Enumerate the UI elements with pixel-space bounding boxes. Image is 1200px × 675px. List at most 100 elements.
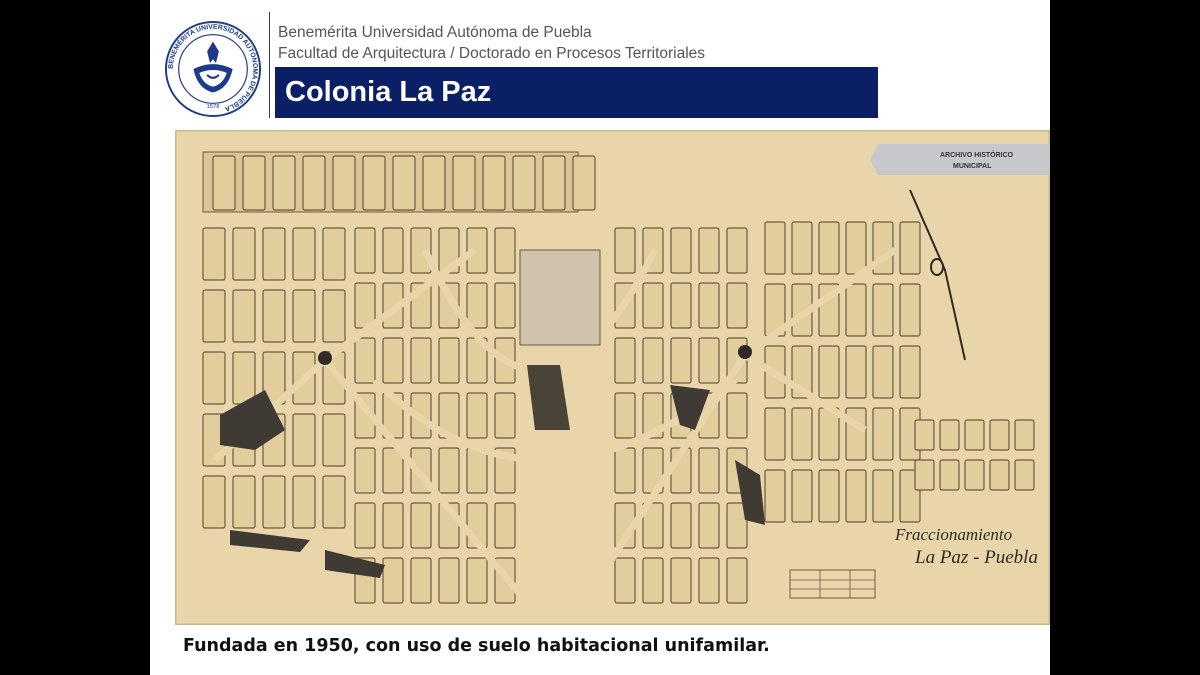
map-block [818, 469, 840, 523]
map-block [410, 502, 432, 549]
map-block [614, 337, 636, 384]
map-block [764, 221, 786, 275]
slide: BENEMÉRITA UNIVERSIDAD AUTÓNOMA DE PUEBL… [150, 0, 1050, 675]
map-block [872, 407, 894, 461]
map-block [392, 155, 416, 211]
map-block [212, 155, 236, 211]
map-block [382, 502, 404, 549]
map-block [1014, 459, 1035, 491]
map-block [542, 155, 566, 211]
map-block [302, 155, 326, 211]
map-block [670, 337, 692, 384]
map-block [642, 282, 664, 329]
map-block [332, 155, 356, 211]
map-block [670, 502, 692, 549]
map-block [939, 459, 960, 491]
map-block [914, 419, 935, 451]
map-block [438, 337, 460, 384]
map-block [698, 557, 720, 604]
university-name: Benemérita Universidad Autónoma de Puebl… [278, 24, 592, 41]
map-block [232, 289, 256, 343]
map-block [845, 407, 867, 461]
map-block [914, 459, 935, 491]
map-block [614, 227, 636, 274]
map-block [272, 155, 296, 211]
header-divider [269, 12, 270, 118]
map-block [939, 419, 960, 451]
map-block [494, 227, 516, 274]
map-block [845, 469, 867, 523]
map-block [232, 227, 256, 281]
map-block [791, 221, 813, 275]
map-block [466, 392, 488, 439]
faculty-name: Facultad de Arquitectura / Doctorado en … [278, 45, 706, 62]
map-block [791, 407, 813, 461]
map-block [410, 337, 432, 384]
slide-caption: Fundada en 1950, con uso de suelo habita… [183, 636, 770, 656]
map-block [726, 227, 748, 274]
map-block [872, 345, 894, 399]
map-block [202, 475, 226, 529]
map-block [202, 227, 226, 281]
map-block [322, 227, 346, 281]
archive-label-tab [870, 144, 1050, 175]
map-block [466, 282, 488, 329]
map-block [845, 283, 867, 337]
archive-label-line2: MUNICIPAL [953, 163, 992, 170]
map-block [322, 289, 346, 343]
map-block [422, 155, 446, 211]
map-block [438, 557, 460, 604]
map-block [452, 155, 476, 211]
map-block [466, 557, 488, 604]
map-block [354, 502, 376, 549]
map-block [292, 413, 316, 467]
map-block [482, 155, 506, 211]
map-block [642, 337, 664, 384]
map-block [670, 557, 692, 604]
map-block [572, 155, 596, 211]
map-block [726, 557, 748, 604]
map-block [1014, 419, 1035, 451]
map-block [614, 557, 636, 604]
map-block [410, 557, 432, 604]
map-block [362, 155, 386, 211]
historical-plan-map: Fraccionamiento La Paz - Puebla ARCHIVO … [175, 130, 1050, 625]
map-block [614, 447, 636, 494]
map-block [614, 392, 636, 439]
map-block [791, 469, 813, 523]
map-block [642, 557, 664, 604]
map-block [670, 282, 692, 329]
map-block [494, 282, 516, 329]
map-block [466, 447, 488, 494]
map-block [845, 221, 867, 275]
map-roundabout-east [738, 345, 752, 359]
map-block [322, 475, 346, 529]
map-block [232, 351, 256, 405]
map-block [292, 475, 316, 529]
map-block [818, 345, 840, 399]
map-block [242, 155, 266, 211]
map-block [964, 459, 985, 491]
university-seal-logo: BENEMÉRITA UNIVERSIDAD AUTÓNOMA DE PUEBL… [164, 20, 262, 118]
map-block [726, 392, 748, 439]
map-block [354, 227, 376, 274]
map-block [698, 282, 720, 329]
map-block [899, 345, 921, 399]
map-roundabout-west [318, 351, 332, 365]
map-block [698, 337, 720, 384]
map-block [989, 459, 1010, 491]
map-block [964, 419, 985, 451]
map-block [202, 289, 226, 343]
map-central-plaza [519, 249, 601, 346]
map-block [382, 337, 404, 384]
map-block [818, 221, 840, 275]
map-block [764, 407, 786, 461]
map-block [494, 502, 516, 549]
map-block [262, 227, 286, 281]
map-block [382, 227, 404, 274]
map-block [872, 283, 894, 337]
archive-label-line1: ARCHIVO HISTÓRICO [940, 150, 1014, 159]
map-block [354, 337, 376, 384]
map-block [899, 221, 921, 275]
map-block [726, 282, 748, 329]
